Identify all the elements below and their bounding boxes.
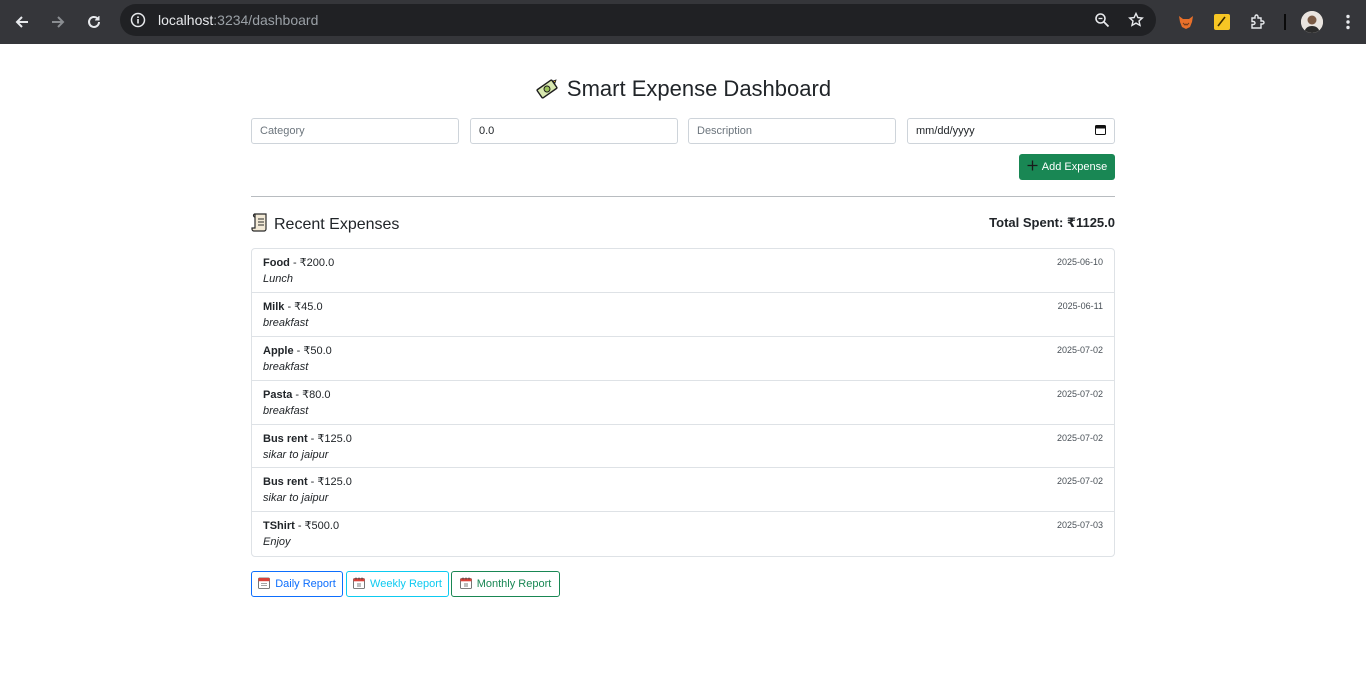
expense-amount: - ₹500.0 bbox=[294, 520, 340, 533]
expense-date: 2025-07-02 bbox=[1056, 388, 1103, 399]
list-item: Bus rent - ₹125.0 sikar to jaipur 2025-0… bbox=[252, 468, 1114, 513]
expense-description: breakfast bbox=[263, 404, 309, 417]
expense-category: Pasta bbox=[263, 388, 293, 401]
scroll-icon bbox=[251, 213, 268, 237]
recent-expenses-heading: Recent Expenses bbox=[251, 213, 399, 237]
list-item: TShirt - ₹500.0 Enjoy 2025-07-03 bbox=[252, 512, 1114, 556]
expense-date: 2025-07-03 bbox=[1056, 520, 1103, 531]
description-input[interactable]: Description bbox=[688, 118, 896, 144]
url-text[interactable]: localhost:3234/dashboard bbox=[158, 12, 318, 28]
reload-icon bbox=[88, 15, 100, 28]
monthly-report-label: Monthly Report bbox=[476, 578, 552, 590]
recent-expenses-title: Recent Expenses bbox=[274, 216, 400, 233]
calendar-icon bbox=[258, 577, 271, 592]
daily-report-label: Daily Report bbox=[275, 578, 336, 590]
puzzle-extensions-icon[interactable] bbox=[1240, 4, 1276, 40]
spiral-calendar-icon bbox=[459, 577, 472, 592]
total-spent: Total Spent: ₹1125.0 bbox=[989, 215, 1115, 230]
profile-avatar[interactable] bbox=[1294, 4, 1330, 40]
url-host: localhost bbox=[158, 12, 214, 28]
zoom-icon[interactable] bbox=[1090, 8, 1114, 32]
expense-amount: - ₹80.0 bbox=[292, 388, 331, 401]
expense-date: 2025-07-02 bbox=[1056, 344, 1103, 355]
expense-description: Enjoy bbox=[263, 536, 291, 549]
expense-amount: - ₹125.0 bbox=[307, 432, 352, 445]
daily-report-button[interactable]: Daily Report bbox=[251, 571, 343, 597]
expense-amount: - ₹50.0 bbox=[293, 344, 332, 357]
url-path: :3234/dashboard bbox=[213, 12, 319, 28]
list-item: Pasta - ₹80.0 breakfast 2025-07-02 bbox=[252, 381, 1114, 425]
category-placeholder: Category bbox=[260, 125, 305, 137]
calendar-icon[interactable] bbox=[1095, 124, 1106, 138]
spiral-calendar-icon bbox=[353, 577, 365, 592]
plus-icon bbox=[1027, 160, 1038, 174]
description-placeholder: Description bbox=[697, 125, 753, 137]
money-with-wings-icon bbox=[535, 77, 559, 101]
expense-date: 2025-07-02 bbox=[1056, 432, 1103, 443]
expense-category: TShirt bbox=[263, 520, 295, 533]
date-placeholder: mm/dd/yyyy bbox=[916, 125, 975, 137]
forward-button[interactable] bbox=[40, 4, 76, 40]
weekly-report-label: Weekly Report bbox=[370, 578, 442, 590]
expense-date: 2025-07-02 bbox=[1056, 476, 1103, 487]
arrow-right-icon bbox=[52, 16, 65, 28]
category-input[interactable]: Category bbox=[251, 118, 459, 144]
list-item: Bus rent - ₹125.0 sikar to jaipur 2025-0… bbox=[252, 425, 1114, 469]
browser-toolbar: localhost:3234/dashboard bbox=[0, 0, 1366, 44]
page-title: Smart Expense Dashboard bbox=[0, 76, 1366, 102]
date-input[interactable]: mm/dd/yyyy bbox=[907, 118, 1115, 144]
expense-description: breakfast bbox=[263, 316, 309, 329]
toolbar-separator bbox=[1284, 14, 1286, 30]
expense-list: Food - ₹200.0 Lunch 2025-06-10 Milk - ₹4… bbox=[251, 248, 1115, 558]
arrow-left-icon bbox=[15, 16, 28, 28]
page-title-text: Smart Expense Dashboard bbox=[566, 76, 832, 101]
bookmark-star-icon[interactable] bbox=[1124, 8, 1148, 32]
add-expense-button[interactable]: Add Expense bbox=[1019, 154, 1115, 180]
site-info-icon[interactable] bbox=[122, 4, 154, 36]
list-item: Milk - ₹45.0 breakfast 2025-06-11 bbox=[252, 293, 1114, 337]
list-item: Apple - ₹50.0 breakfast 2025-07-02 bbox=[252, 337, 1114, 381]
expense-description: breakfast bbox=[263, 360, 309, 373]
expense-description: sikar to jaipur bbox=[263, 492, 329, 505]
expense-category: Food bbox=[263, 257, 290, 269]
add-expense-label: Add Expense bbox=[1041, 161, 1108, 173]
amount-input[interactable]: 0.0 bbox=[470, 118, 678, 144]
expense-category: Apple bbox=[263, 344, 294, 357]
fox-extension-icon[interactable] bbox=[1168, 4, 1204, 40]
address-bar[interactable]: localhost:3234/dashboard bbox=[120, 4, 1156, 36]
expense-description: Lunch bbox=[263, 273, 293, 285]
reload-button[interactable] bbox=[76, 4, 112, 40]
expense-amount: - ₹200.0 bbox=[289, 257, 335, 269]
expense-date: 2025-06-10 bbox=[1056, 257, 1103, 267]
amount-value: 0.0 bbox=[479, 125, 495, 137]
menu-kebab-icon[interactable] bbox=[1330, 4, 1366, 40]
back-button[interactable] bbox=[4, 4, 40, 40]
expense-amount: - ₹45.0 bbox=[284, 300, 323, 313]
divider bbox=[251, 196, 1115, 197]
monthly-report-button[interactable]: Monthly Report bbox=[451, 571, 560, 597]
expense-amount: - ₹125.0 bbox=[307, 476, 352, 489]
expense-date: 2025-06-11 bbox=[1057, 300, 1103, 311]
expense-category: Bus rent bbox=[263, 476, 308, 489]
avatar bbox=[1301, 11, 1323, 33]
expense-category: Bus rent bbox=[263, 432, 308, 445]
weekly-report-button[interactable]: Weekly Report bbox=[346, 571, 449, 597]
expense-category: Milk bbox=[263, 300, 285, 313]
pen-extension-icon[interactable] bbox=[1204, 4, 1240, 40]
list-item: Food - ₹200.0 Lunch 2025-06-10 bbox=[252, 249, 1114, 293]
expense-description: sikar to jaipur bbox=[263, 448, 329, 461]
